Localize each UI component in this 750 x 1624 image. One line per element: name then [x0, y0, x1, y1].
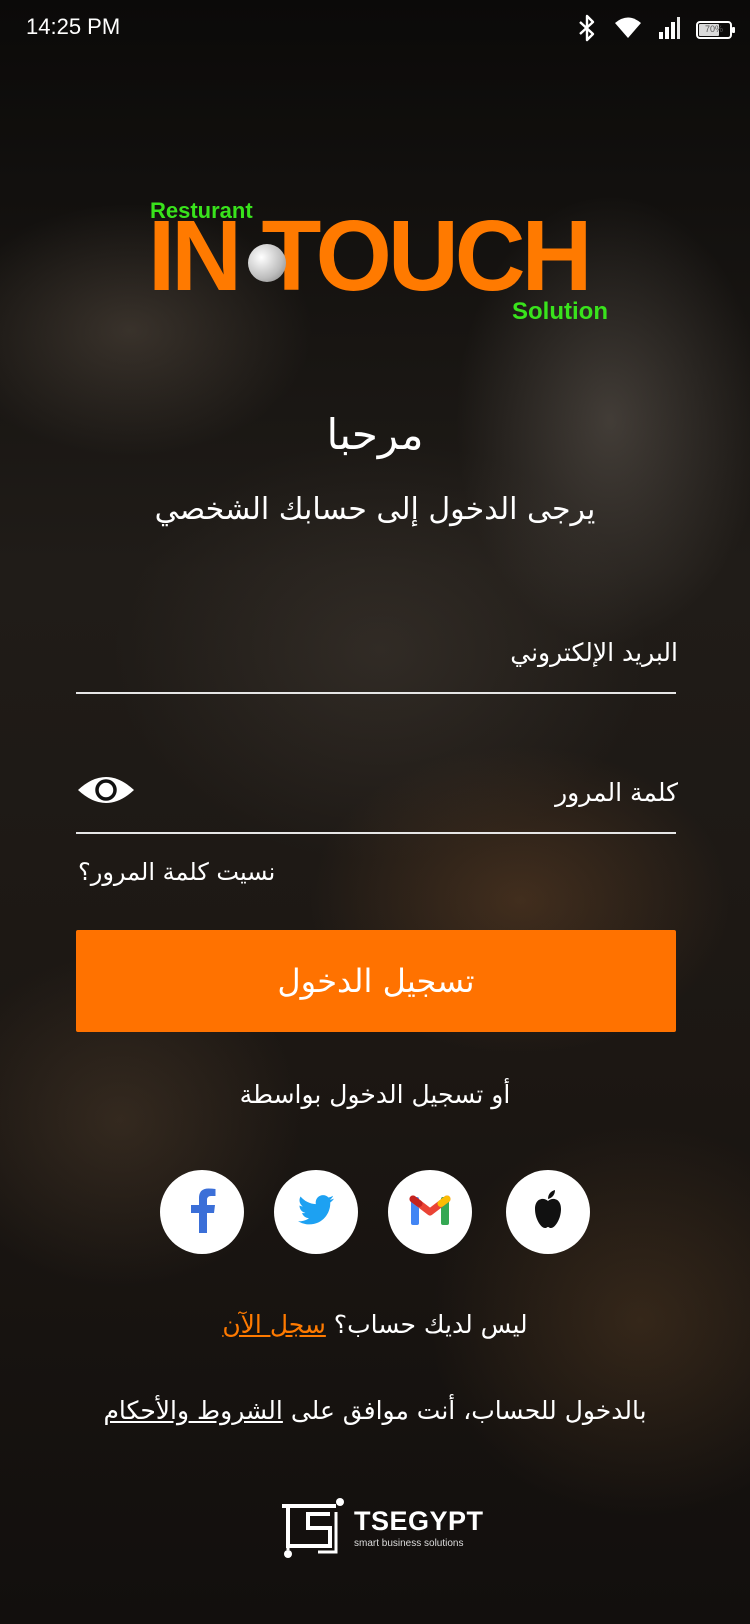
apple-icon [530, 1189, 566, 1235]
twitter-login-button[interactable] [274, 1170, 358, 1254]
terms-link[interactable]: الشروط والأحكام [103, 1396, 282, 1425]
login-subtitle: يرجى الدخول إلى حسابك الشخصي [154, 492, 596, 527]
register-now-link[interactable]: سجل الآن [222, 1310, 326, 1339]
wifi-icon [614, 16, 642, 44]
footer-logo: TSEGYPT smart business solutions [278, 1496, 483, 1560]
terms-prefix-text: بالدخول للحساب، أنت موافق على [290, 1396, 647, 1425]
terms-row: بالدخول للحساب، أنت موافق على الشروط وال… [0, 1396, 750, 1425]
email-field[interactable] [76, 612, 680, 692]
status-time: 14:25 PM [26, 14, 121, 39]
register-row: ليس لديك حساب؟ سجل الآن [0, 1310, 750, 1339]
gmail-login-button[interactable] [388, 1170, 472, 1254]
signal-icon [658, 16, 680, 44]
app-logo: Resturant IN TOUCH Solution [148, 198, 608, 328]
password-field[interactable] [156, 752, 680, 832]
email-field-container [76, 612, 680, 694]
logo-main-text: IN TOUCH [148, 200, 592, 312]
status-icons: 70% [576, 14, 735, 46]
status-bar: 14:25 PM 70% [0, 0, 750, 56]
apple-login-button[interactable] [506, 1170, 590, 1254]
no-account-text: ليس لديك حساب؟ [333, 1310, 528, 1339]
footer-brand: TSEGYPT [354, 1506, 484, 1536]
login-button[interactable]: تسجيل الدخول [76, 930, 676, 1032]
footer-tagline: smart business solutions [354, 1538, 464, 1549]
twitter-icon [298, 1195, 334, 1229]
bluetooth-icon [576, 14, 598, 46]
gmail-icon [409, 1193, 451, 1231]
battery-icon: 70% [696, 21, 735, 39]
welcome-title: مرحبا [326, 410, 424, 459]
battery-label: 70% [704, 24, 723, 34]
logo-dot [248, 244, 286, 282]
facebook-login-button[interactable] [160, 1170, 244, 1254]
facebook-icon [185, 1187, 219, 1237]
or-login-with-label: أو تسجيل الدخول بواسطة [239, 1080, 511, 1109]
forgot-password-link[interactable]: نسيت كلمة المرور؟ [78, 858, 275, 886]
eye-icon[interactable] [76, 772, 136, 808]
password-field-container [76, 752, 680, 834]
logo-bottom-text: Solution [512, 298, 608, 325]
